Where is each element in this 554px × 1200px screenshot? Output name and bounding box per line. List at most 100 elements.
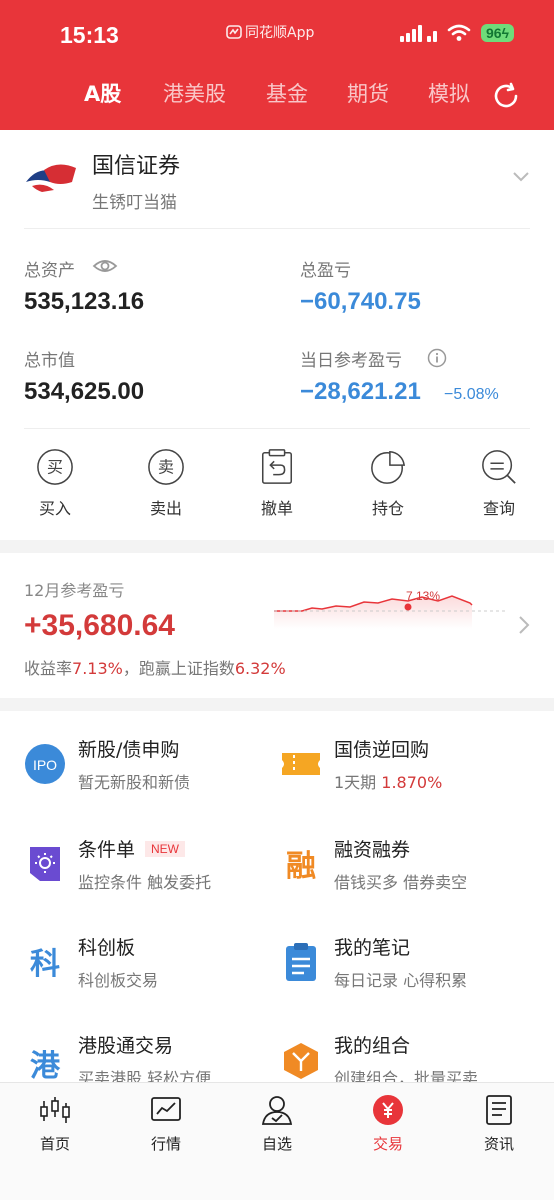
account-card: 国信证券 生锈叮当猫 总资产 535,123.16 总盈亏 −60,740.75…	[0, 130, 554, 540]
beat-index-label: ，跑赢上证指数	[122, 659, 235, 678]
total-assets-value: 535,123.16	[24, 288, 145, 315]
cellular-signal-icon	[400, 24, 437, 42]
cancel-order-icon	[258, 448, 296, 486]
index-value: 6.32%	[234, 659, 286, 678]
nav-trade[interactable]: 交易	[353, 1093, 423, 1154]
margin-icon: 融	[286, 849, 316, 884]
tab-funds[interactable]: 基金	[266, 78, 308, 108]
notes-icon	[286, 943, 316, 981]
tab-futures[interactable]: 期货	[347, 78, 389, 108]
buy-button[interactable]: 买 买入	[20, 448, 90, 519]
star-board-icon: 科	[30, 947, 60, 982]
features-grid: IPO 新股/债申购 暂无新股和新债 国债逆回购 1天期 1.870% 条件单 N…	[0, 711, 554, 1111]
nav-label: 首页	[39, 1135, 70, 1153]
info-icon[interactable]	[427, 348, 447, 368]
market-value-label: 总市值	[24, 351, 75, 371]
feature-subtitle: 暂无新股和新债	[78, 773, 191, 792]
pie-chart-icon	[369, 448, 407, 486]
svg-text:卖: 卖	[158, 458, 174, 477]
nav-watchlist[interactable]: 自选	[242, 1093, 312, 1154]
my-notes-item[interactable]: 我的笔记 每日记录 心得积累	[280, 933, 540, 1013]
battery-level: 96	[486, 25, 502, 41]
chart-line-icon	[151, 1097, 181, 1121]
nav-news[interactable]: 资讯	[464, 1093, 534, 1154]
feature-title: 国债逆回购	[334, 739, 430, 761]
positions-label: 持仓	[371, 499, 404, 518]
sell-button[interactable]: 卖 卖出	[131, 448, 201, 519]
bottom-nav: 首页 行情 自选 交易 资讯	[0, 1082, 554, 1200]
nav-quotes[interactable]: 行情	[131, 1093, 201, 1154]
refresh-icon[interactable]	[492, 82, 520, 110]
sell-label: 卖出	[149, 499, 182, 518]
feature-title: 我的组合	[334, 1035, 411, 1057]
cancel-order-button[interactable]: 撤单	[242, 448, 312, 519]
chevron-right-icon	[519, 616, 530, 634]
monthly-pl-card[interactable]: 12月参考盈亏 +35,680.64 收益率7.13%，跑赢上证指数6.32% …	[0, 553, 554, 698]
monthly-title: 12月参考盈亏	[24, 581, 125, 600]
feature-title: 条件单 NEW	[78, 835, 186, 862]
account-username: 生锈叮当猫	[92, 193, 177, 213]
tab-a-shares[interactable]: A股	[84, 78, 121, 108]
nav-label: 自选	[261, 1135, 292, 1153]
status-time: 15:13	[60, 22, 119, 48]
feature-title: 港股通交易	[78, 1035, 174, 1057]
hk-connect-icon: 港	[30, 1049, 61, 1081]
portfolio-icon	[284, 1043, 318, 1079]
svg-text:港: 港	[30, 1049, 61, 1081]
sell-icon: 卖	[147, 448, 185, 486]
svg-text:科: 科	[30, 947, 60, 982]
nav-label: 资讯	[483, 1135, 514, 1153]
app-chip: 同花顺App	[226, 22, 314, 42]
positions-button[interactable]: 持仓	[353, 448, 423, 519]
user-check-icon	[261, 1096, 293, 1125]
tab-simulation[interactable]: 模拟	[428, 78, 470, 108]
divider	[24, 228, 530, 229]
feature-subtitle: 每日记录 心得积累	[334, 971, 468, 990]
feature-subtitle: 监控条件 触发委托	[78, 873, 212, 892]
svg-text:融: 融	[286, 849, 316, 884]
yuan-icon	[373, 1095, 403, 1125]
tab-hk-us[interactable]: 港美股	[163, 78, 226, 108]
ipo-icon: IPO	[25, 744, 65, 784]
repo-rate: 1.870%	[381, 773, 443, 792]
yield-value: 7.13%	[72, 659, 123, 678]
daily-pl-value: −28,621.21	[300, 378, 421, 405]
query-button[interactable]: 查询	[464, 448, 534, 519]
yield-label: 收益率	[24, 659, 73, 678]
star-market-item[interactable]: 科 科创板 科创板交易	[24, 933, 284, 1013]
search-icon	[480, 448, 518, 486]
nav-label: 行情	[150, 1135, 181, 1153]
total-assets-label: 总资产	[24, 261, 75, 281]
total-pl-label: 总盈亏	[300, 261, 351, 281]
sparkline-chart	[274, 595, 506, 629]
feature-title: 新股/债申购	[78, 739, 180, 761]
app-chip-label: 同花顺App	[245, 25, 315, 41]
market-tabs: A股 港美股 基金 期货 模拟	[0, 78, 554, 122]
feature-title: 科创板	[78, 937, 136, 959]
svg-text:买: 买	[47, 458, 63, 477]
feature-subtitle: 借钱买多 借券卖空	[334, 873, 468, 892]
broker-selector[interactable]: 国信证券 生锈叮当猫	[0, 130, 554, 226]
nav-home[interactable]: 首页	[20, 1093, 90, 1154]
chevron-down-icon	[513, 172, 529, 182]
eye-icon[interactable]	[92, 256, 118, 276]
daily-pl-percent: −5.08%	[444, 386, 499, 403]
condition-icon	[30, 847, 60, 881]
reverse-repo-item[interactable]: 国债逆回购 1天期 1.870%	[280, 735, 540, 815]
sparkline-label: 7.13%	[406, 589, 441, 603]
feature-title: 我的笔记	[334, 937, 411, 959]
ipo-subscription-item[interactable]: IPO 新股/债申购 暂无新股和新债	[24, 735, 284, 815]
buy-label: 买入	[38, 499, 71, 518]
charging-bolt-icon: ϟ	[501, 25, 509, 41]
margin-trading-item[interactable]: 融 融资融券 借钱买多 借券卖空	[280, 835, 540, 915]
document-icon	[486, 1095, 512, 1125]
status-icons: 96ϟ	[400, 24, 514, 42]
market-value-value: 534,625.00	[24, 378, 145, 405]
broker-name: 国信证券	[92, 154, 181, 179]
buy-icon: 买	[36, 448, 74, 486]
cancel-order-label: 撤单	[260, 499, 293, 518]
query-label: 查询	[482, 499, 515, 518]
new-badge: NEW	[145, 841, 186, 857]
feature-subtitle: 1天期 1.870%	[334, 769, 442, 793]
conditional-order-item[interactable]: 条件单 NEW 监控条件 触发委托	[24, 835, 284, 915]
